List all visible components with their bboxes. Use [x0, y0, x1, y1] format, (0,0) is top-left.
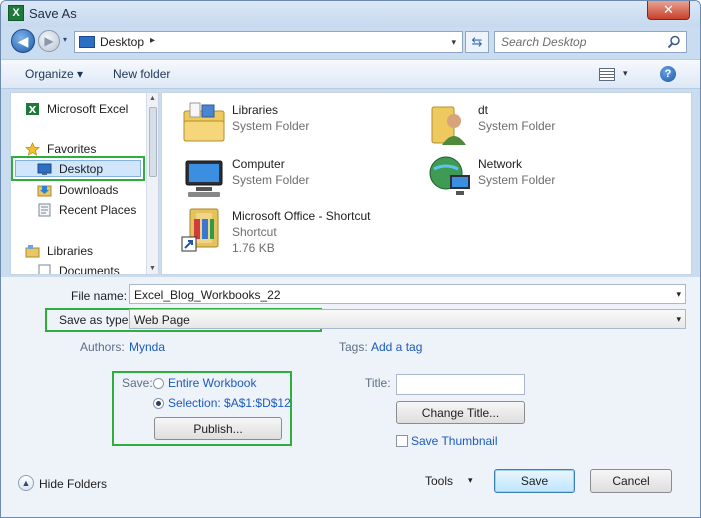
sidebar-item-label: Favorites — [47, 142, 97, 156]
file-list-pane: Libraries System Folder dt System Folder… — [161, 92, 692, 275]
forward-button[interactable]: ▶ — [38, 30, 60, 52]
user-folder-icon — [431, 106, 466, 145]
file-item-dt[interactable]: dt System Folder — [426, 99, 666, 149]
recent-locations-dropdown[interactable]: ▾ — [63, 36, 71, 44]
save-as-dialog: X Save As ✕ ◀ ▶ ▾ Desktop ▸ ▾ ⇆ Organize… — [0, 0, 701, 518]
save-type-label: Save as type: — [59, 313, 132, 327]
save-type-value[interactable]: Web Page — [134, 313, 190, 327]
file-name: Computer — [232, 157, 285, 171]
network-icon — [429, 156, 470, 195]
search-box[interactable] — [494, 31, 687, 53]
search-input[interactable] — [495, 32, 665, 52]
file-item-office-shortcut[interactable]: Microsoft Office - Shortcut Shortcut 1.7… — [180, 205, 420, 255]
save-button[interactable]: Save — [494, 469, 575, 493]
file-name-field[interactable]: Excel_Blog_Workbooks_22 ▾ — [129, 284, 686, 304]
desktop-icon — [37, 163, 52, 175]
dialog-title: Save As — [29, 6, 77, 21]
view-options-dropdown[interactable]: ▾ — [623, 68, 628, 79]
help-icon[interactable]: ? — [660, 66, 676, 82]
address-row: ◀ ▶ ▾ Desktop ▸ ▾ ⇆ — [1, 27, 700, 57]
entire-workbook-radio[interactable] — [153, 378, 164, 389]
file-type: Shortcut — [232, 225, 277, 239]
file-name-value[interactable]: Excel_Blog_Workbooks_22 — [134, 288, 281, 302]
save-type-select[interactable]: Web Page ▾ — [129, 309, 686, 329]
scroll-up-icon[interactable]: ▲ — [149, 95, 156, 102]
star-icon — [25, 142, 40, 156]
cancel-button[interactable]: Cancel — [590, 469, 672, 493]
file-item-network[interactable]: Network System Folder — [426, 153, 666, 203]
refresh-button[interactable]: ⇆ — [465, 31, 489, 53]
selection-label[interactable]: Selection: $A$1:$D$12 — [168, 396, 291, 410]
navigation-scrollbar[interactable]: ▲ ▼ — [146, 93, 158, 274]
file-type: System Folder — [478, 119, 556, 133]
change-view-icon[interactable] — [599, 68, 615, 81]
scroll-down-icon[interactable]: ▼ — [149, 265, 156, 272]
title-label: Title: — [365, 376, 391, 390]
save-thumbnail-checkbox[interactable] — [396, 435, 408, 447]
file-item-libraries[interactable]: Libraries System Folder — [180, 99, 420, 149]
svg-text:X: X — [29, 105, 37, 116]
documents-icon — [38, 264, 51, 274]
title-input[interactable] — [396, 374, 525, 395]
sidebar-item-label: Downloads — [59, 183, 119, 197]
address-bar[interactable]: Desktop ▸ ▾ — [74, 31, 463, 53]
new-folder-button[interactable]: New folder — [113, 67, 170, 81]
scrollbar-thumb[interactable] — [149, 107, 157, 177]
file-type: System Folder — [232, 119, 310, 133]
file-name-dropdown-icon[interactable]: ▾ — [676, 289, 681, 300]
authors-label: Authors: — [80, 340, 125, 354]
entire-workbook-label[interactable]: Entire Workbook — [168, 376, 256, 390]
save-scope-label: Save: — [122, 376, 153, 390]
libraries-folder-icon — [183, 102, 225, 142]
sidebar-item-label: Desktop — [59, 162, 104, 176]
navigation-pane: X Microsoft Excel Favorites Desktop Down… — [10, 92, 159, 275]
recent-places-icon — [38, 203, 51, 217]
downloads-icon — [37, 185, 52, 197]
breadcrumb-chevron-icon[interactable]: ▸ — [150, 35, 155, 46]
title-bar: X Save As ✕ — [1, 1, 700, 27]
selection-radio[interactable] — [153, 398, 164, 409]
tools-dropdown-icon[interactable]: ▾ — [468, 475, 473, 486]
excel-app-icon: X — [8, 5, 24, 21]
computer-icon — [185, 160, 223, 197]
address-dropdown-icon[interactable]: ▾ — [451, 37, 456, 48]
file-name: Libraries — [232, 103, 279, 117]
back-button[interactable]: ◀ — [11, 29, 35, 53]
authors-value[interactable]: Mynda — [129, 340, 165, 354]
office-shortcut-icon — [181, 208, 219, 252]
publish-button[interactable]: Publish... — [154, 417, 282, 440]
tags-label: Tags: — [339, 340, 368, 354]
tools-menu[interactable]: Tools — [425, 474, 453, 488]
file-type: System Folder — [232, 173, 310, 187]
sidebar-item-label: Microsoft Excel — [47, 102, 129, 116]
save-thumbnail-label[interactable]: Save Thumbnail — [411, 434, 498, 448]
file-name-label: File name: — [71, 289, 128, 303]
save-options-panel: File name: Excel_Blog_Workbooks_22 ▾ Sav… — [1, 277, 700, 517]
file-size: 1.76 KB — [232, 241, 275, 255]
excel-icon: X — [26, 103, 39, 116]
libraries-icon — [25, 245, 40, 258]
hide-folders-button[interactable]: Hide Folders — [39, 477, 107, 491]
address-location[interactable]: Desktop — [100, 35, 144, 49]
add-tag-link[interactable]: Add a tag — [371, 340, 422, 354]
desktop-icon — [79, 36, 95, 48]
change-title-button[interactable]: Change Title... — [396, 401, 525, 424]
save-type-dropdown-icon[interactable]: ▾ — [676, 314, 681, 325]
organize-menu[interactable]: Organize ▾ — [25, 67, 83, 81]
sidebar-item-label: Documents — [59, 264, 120, 275]
file-name: Network — [478, 157, 523, 171]
file-name: Microsoft Office - Shortcut — [232, 209, 371, 223]
close-button[interactable]: ✕ — [647, 1, 690, 20]
command-toolbar: Organize ▾ New folder ▾ ? — [1, 59, 700, 89]
sidebar-item-label: Recent Places — [59, 203, 137, 217]
file-item-computer[interactable]: Computer System Folder — [180, 153, 420, 203]
file-name: dt — [478, 103, 489, 117]
search-icon[interactable] — [667, 35, 681, 49]
sidebar-item-label: Libraries — [47, 244, 94, 258]
hide-folders-icon[interactable]: ▲ — [18, 475, 34, 491]
file-type: System Folder — [478, 173, 556, 187]
